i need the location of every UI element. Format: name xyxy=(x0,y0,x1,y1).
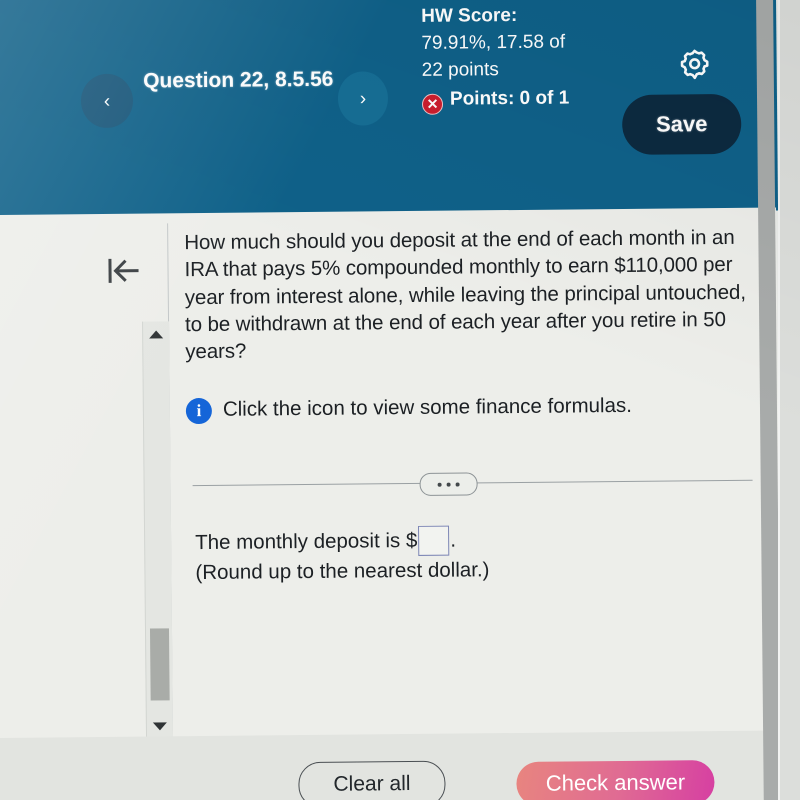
skip-to-start-button[interactable] xyxy=(100,251,146,291)
screenshot-canvas: ‹ Question 22, 8.5.56 › HW Score: 79.91%… xyxy=(0,0,800,800)
next-question-button[interactable]: › xyxy=(337,71,389,126)
monthly-deposit-input[interactable] xyxy=(418,525,450,556)
gear-icon xyxy=(680,49,709,80)
ellipsis-dot-3 xyxy=(455,482,460,487)
section-divider xyxy=(192,470,753,496)
clear-all-button[interactable]: Clear all xyxy=(298,760,446,800)
triangle-down-icon xyxy=(152,722,167,731)
question-footer-bar: Clear all Check answer xyxy=(0,730,777,800)
previous-question-button[interactable]: ‹ xyxy=(80,73,134,129)
page-title: Question 22, 8.5.56 xyxy=(143,67,334,93)
check-answer-label: Check answer xyxy=(545,769,686,796)
settings-gear-button[interactable] xyxy=(676,47,712,83)
save-button-label: Save xyxy=(655,111,708,137)
chevron-left-icon: ‹ xyxy=(103,90,111,112)
check-answer-button[interactable]: Check answer xyxy=(516,760,715,800)
question-body: How much should you deposit at the end o… xyxy=(184,224,752,425)
answer-suffix-label: . xyxy=(450,529,457,553)
question-header-bar: ‹ Question 22, 8.5.56 › HW Score: 79.91%… xyxy=(0,0,779,218)
points-status-row: ✕ Points: 0 of 1 xyxy=(421,85,587,115)
hw-score-label: HW Score: xyxy=(421,4,518,27)
finance-formulas-hint-text: Click the icon to view some finance form… xyxy=(222,394,633,422)
ellipsis-dot-1 xyxy=(437,482,442,487)
triangle-up-icon xyxy=(149,330,164,339)
answer-area: The monthly deposit is $ . (Round up to … xyxy=(195,523,736,587)
scroll-down-button[interactable] xyxy=(147,715,173,737)
device-bezel xyxy=(778,0,800,800)
save-button[interactable]: Save xyxy=(621,93,742,155)
question-content-area: How much should you deposit at the end o… xyxy=(0,207,782,745)
chevron-right-icon: › xyxy=(359,87,367,109)
hw-score-value: 79.91%, 17.58 of 22 points xyxy=(421,31,566,81)
finance-formulas-hint-row[interactable]: i Click the icon to view some finance fo… xyxy=(185,392,752,425)
clear-all-label: Clear all xyxy=(333,772,411,796)
scroll-up-button[interactable] xyxy=(143,323,169,345)
scrollbar-thumb[interactable] xyxy=(149,628,170,701)
question-prompt-text: How much should you deposit at the end o… xyxy=(184,225,746,364)
info-circle-icon[interactable]: i xyxy=(185,398,213,425)
rounding-instruction: (Round up to the nearest dollar.) xyxy=(195,558,490,585)
homework-score-block: HW Score: 79.91%, 17.58 of 22 points ✕ Po… xyxy=(421,2,587,115)
answer-prefix-label: The monthly deposit is $ xyxy=(195,529,418,555)
skip-to-start-icon xyxy=(108,258,139,283)
question-scrollbar[interactable] xyxy=(142,321,174,742)
points-text: Points: 0 of 1 xyxy=(449,87,570,110)
ellipsis-expand-button[interactable] xyxy=(419,472,478,496)
incorrect-x-icon: ✕ xyxy=(421,93,444,115)
ellipsis-dot-2 xyxy=(446,482,451,487)
